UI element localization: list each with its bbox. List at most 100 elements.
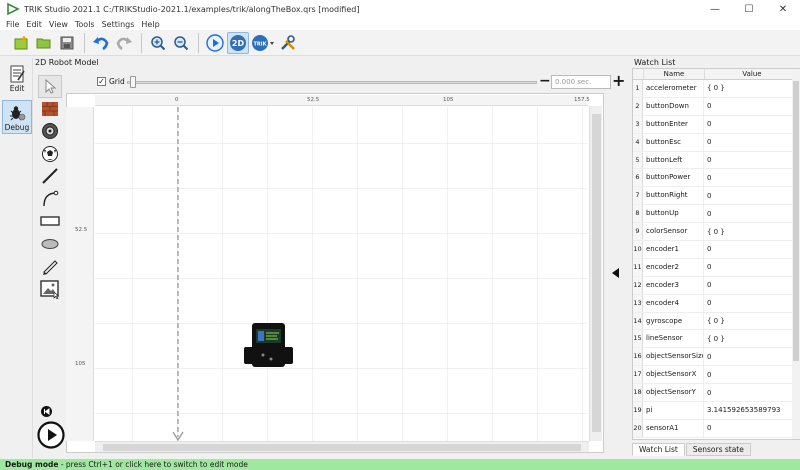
watch-row-value: 0 <box>707 388 712 397</box>
watch-row[interactable]: 14 gyroscope{ 0 } <box>633 312 799 331</box>
watch-row[interactable]: 6 buttonPower 0 <box>633 169 799 188</box>
tab-watch-list[interactable]: Watch List <box>632 443 685 456</box>
ellipse-icon <box>41 238 59 249</box>
palette-ball[interactable] <box>38 143 62 166</box>
watch-row-index: 1 <box>633 80 643 97</box>
ruler-top-label: 52.5 <box>307 97 320 103</box>
time-slider-track[interactable] <box>127 81 537 84</box>
canvas-vertical-scrollbar[interactable] <box>589 106 602 441</box>
ruler-left: 52.5 105 <box>66 107 94 441</box>
open-button[interactable] <box>33 32 55 54</box>
watch-row-index: 12 <box>633 276 643 294</box>
menu-settings[interactable]: Settings <box>102 20 135 29</box>
ruler-top-label: 105 <box>443 97 454 103</box>
palette-skittle[interactable] <box>38 120 62 143</box>
watch-row[interactable]: 19 pi 3.141592653589793 <box>633 402 799 420</box>
debug-mode-button[interactable]: Debug <box>2 100 32 134</box>
palette-curve[interactable] <box>38 188 62 211</box>
settings-button[interactable] <box>277 32 299 54</box>
palette-cursor[interactable] <box>38 75 62 98</box>
collapse-panel-button[interactable] <box>605 93 627 453</box>
watch-row-name: encoder1 <box>643 241 704 258</box>
watch-row[interactable]: 8 buttonUp 0 <box>633 205 799 224</box>
pencil-icon <box>43 260 58 276</box>
palette-line[interactable] <box>38 165 62 188</box>
watch-row-index: 7 <box>633 187 643 205</box>
trik-robot-icon: TRIK <box>252 34 274 51</box>
curve-icon <box>43 190 59 206</box>
play-button[interactable] <box>37 421 65 451</box>
cursor-icon <box>45 79 57 94</box>
run-button[interactable] <box>204 32 226 54</box>
2d-model-button[interactable]: 2D <box>227 31 249 54</box>
time-slider-handle[interactable] <box>130 76 136 88</box>
watch-row[interactable]: 18 objectSensorY 0 <box>633 384 799 403</box>
menu-tools[interactable]: Tools <box>75 20 95 29</box>
watch-row[interactable]: 16 objectSensorSize 0 <box>633 348 799 367</box>
minimize-button[interactable]: — <box>698 0 732 18</box>
watch-list-scrollbar[interactable] <box>792 69 800 439</box>
menu-edit[interactable]: Edit <box>26 20 42 29</box>
watch-row-value: 0 <box>707 209 712 218</box>
watch-row[interactable]: 15 lineSensor{ 0 } <box>633 330 799 349</box>
tab-sensors-state[interactable]: Sensors state <box>685 443 751 456</box>
zoom-out-canvas-button[interactable]: − <box>539 73 551 89</box>
edit-mode-button[interactable]: Edit <box>2 62 32 96</box>
grid-checkbox[interactable]: ✓ <box>97 77 106 86</box>
redo-button[interactable] <box>113 32 135 54</box>
watch-tabs: Watch List Sensors state <box>632 443 752 456</box>
palette-rectangle[interactable] <box>38 210 62 233</box>
watch-row-value: { 0 } <box>707 334 725 343</box>
reset-button[interactable] <box>41 406 52 419</box>
zoom-in-button[interactable] <box>147 32 169 54</box>
watch-row[interactable]: 12 encoder3 0 <box>633 276 799 295</box>
ruler-left-label: 105 <box>75 361 86 367</box>
new-project-button[interactable] <box>10 32 32 54</box>
watch-row[interactable]: 3 buttonEnter 0 <box>633 115 799 134</box>
watch-row[interactable]: 2 buttonDown 0 <box>633 97 799 116</box>
watch-row-index: 9 <box>633 223 643 241</box>
skittle-icon <box>42 123 58 140</box>
watch-row-value: 0 <box>707 120 712 129</box>
window-title: TRIK Studio 2021.1 C:/TRIKStudio-2021.1/… <box>24 4 360 14</box>
watch-row[interactable]: 17 objectSensorX 0 <box>633 366 799 385</box>
palette-image[interactable] <box>38 278 62 301</box>
status-bar[interactable]: Debug mode - press Ctrl+1 or click here … <box>0 459 800 470</box>
watch-row[interactable]: 5 buttonLeft 0 <box>633 151 799 170</box>
2d-model-icon: 2D <box>230 34 246 51</box>
toolbar-separator <box>141 32 142 53</box>
watch-row-name: gyroscope <box>643 312 704 330</box>
watch-row-index: 13 <box>633 294 643 312</box>
canvas-horizontal-scrollbar[interactable] <box>95 441 589 452</box>
watch-row-name: objectSensorY <box>643 384 704 402</box>
watch-row[interactable]: 7 buttonRight 0 <box>633 187 799 206</box>
watch-row[interactable]: 9 colorSensor{ 0 } <box>633 223 799 242</box>
menu-view[interactable]: View <box>49 20 68 29</box>
menu-help[interactable]: Help <box>141 20 159 29</box>
palette-wall[interactable] <box>38 98 62 121</box>
palette-pencil[interactable] <box>38 255 62 278</box>
watch-row[interactable]: 11 encoder2 0 <box>633 258 799 277</box>
undo-button[interactable] <box>90 32 112 54</box>
menu-file[interactable]: File <box>6 20 19 29</box>
zoom-out-button[interactable] <box>170 32 192 54</box>
watch-row-index: 2 <box>633 97 643 115</box>
watch-row-index: 14 <box>633 312 643 330</box>
watch-row[interactable]: 13 encoder4 0 <box>633 294 799 313</box>
watch-row[interactable]: 20 sensorA1 0 <box>633 419 799 438</box>
save-button[interactable] <box>56 32 78 54</box>
trik-robot-button[interactable]: TRIK <box>250 32 276 54</box>
watch-row[interactable]: 10 encoder1 0 <box>633 241 799 259</box>
zoom-in-canvas-button[interactable]: + <box>612 71 625 90</box>
palette-ellipse[interactable] <box>38 233 62 256</box>
close-button[interactable]: ✕ <box>766 0 800 18</box>
watch-header-value[interactable]: Value <box>704 69 799 79</box>
watch-row-value: 0 <box>707 245 712 254</box>
watch-row[interactable]: 4 buttonEsc 0 <box>633 133 799 152</box>
watch-row[interactable]: 1 accelerometer{ 0 } <box>633 80 799 98</box>
time-field[interactable]: 0.000 sec. <box>551 75 611 89</box>
watch-header-name[interactable]: Name <box>643 69 704 79</box>
maximize-button[interactable]: ☐ <box>732 0 766 18</box>
watch-row-value: { 0 } <box>707 317 725 326</box>
scene[interactable] <box>95 107 588 441</box>
